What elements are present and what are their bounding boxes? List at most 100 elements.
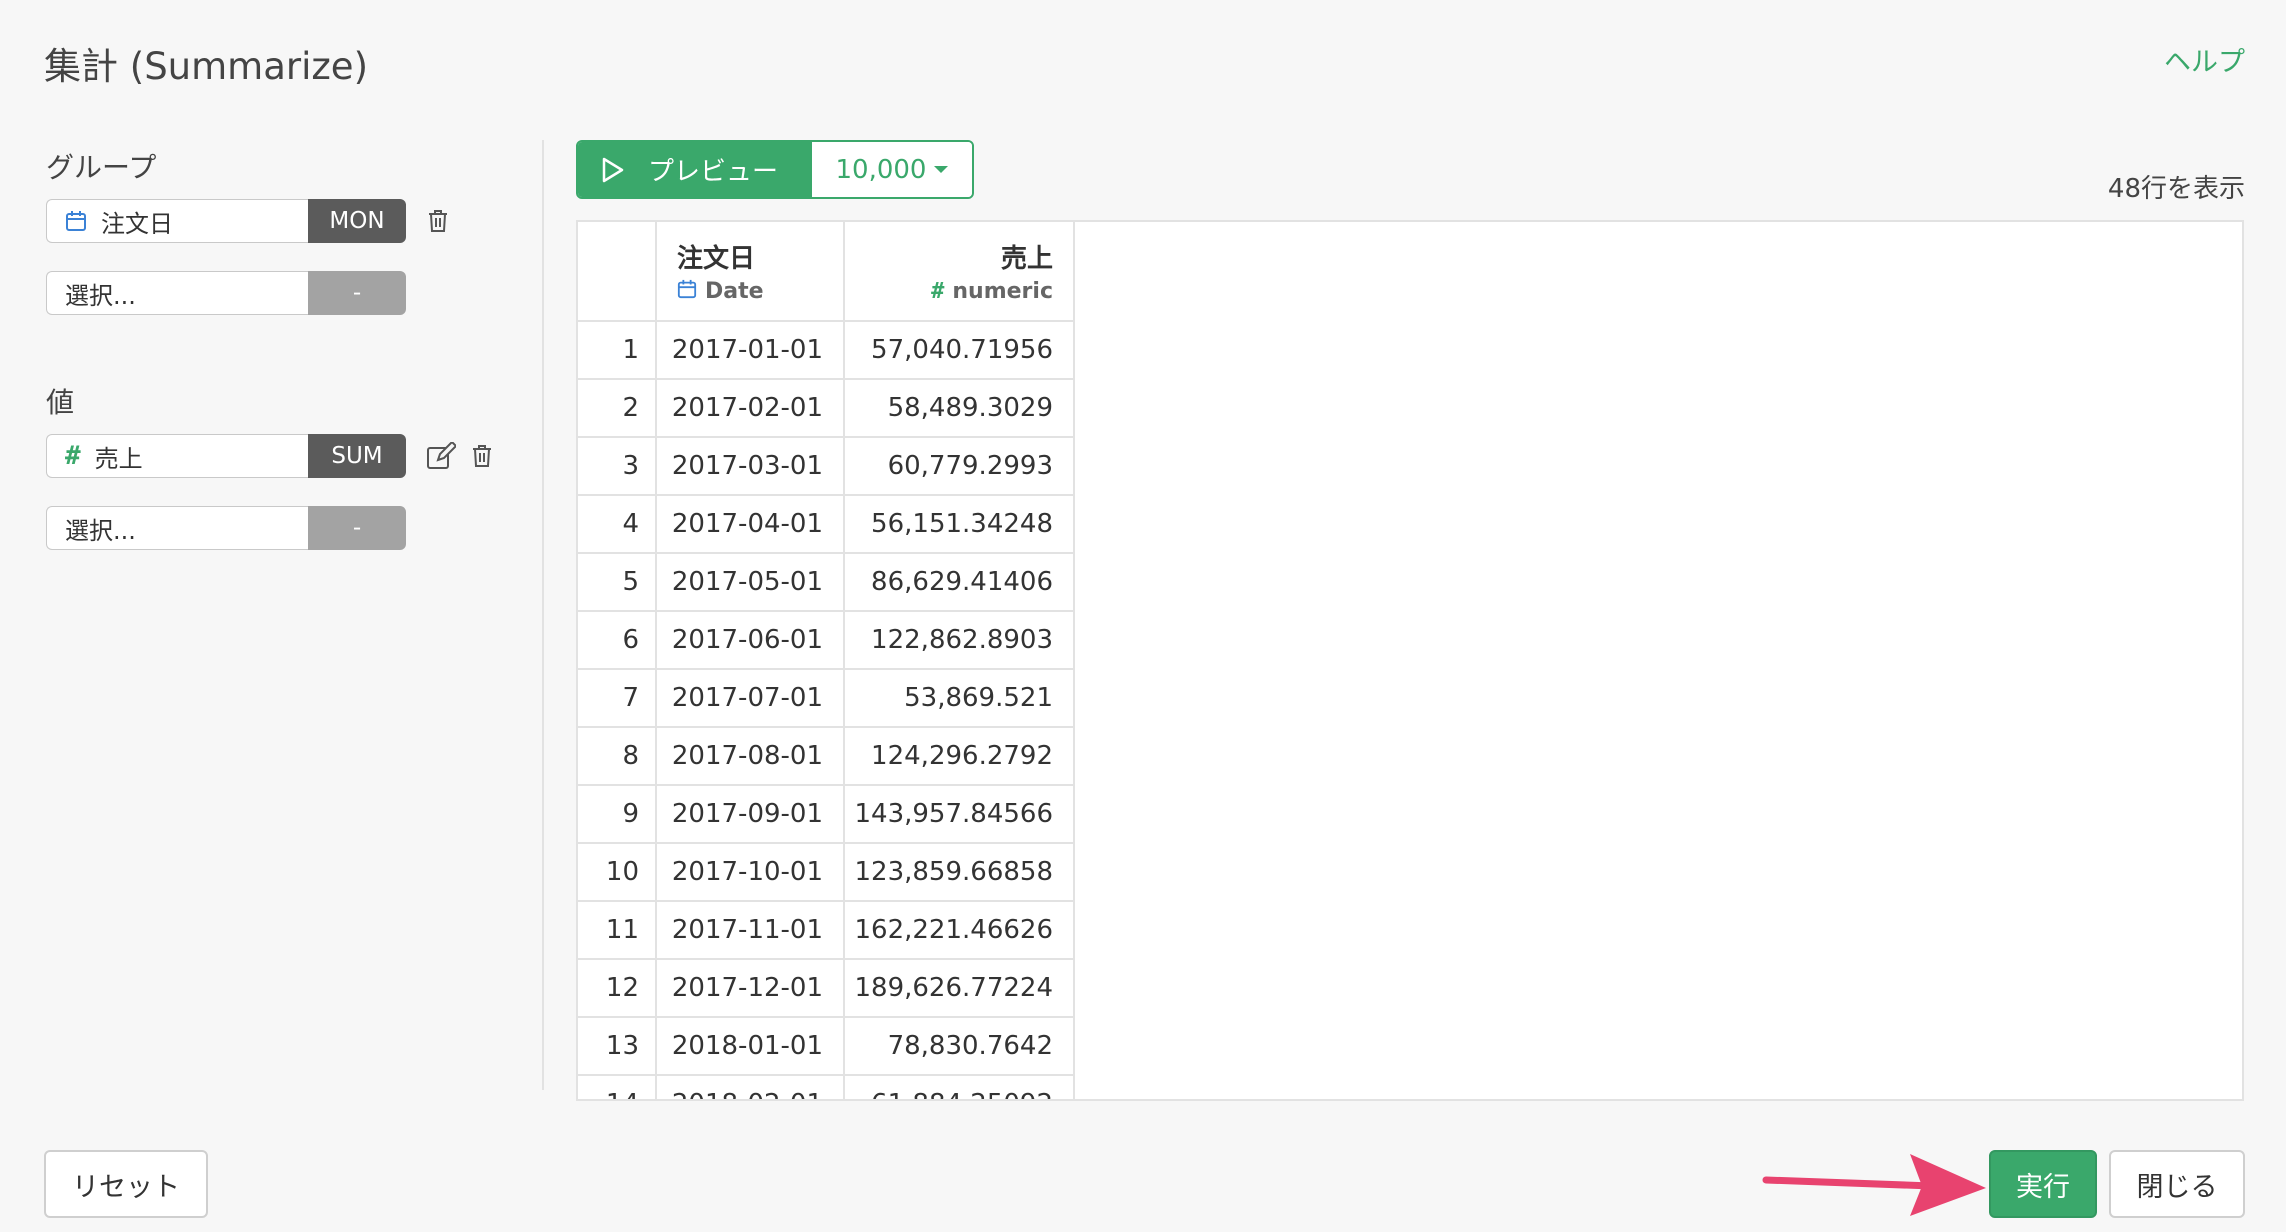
group-select-input[interactable]: 選択... [46, 271, 308, 315]
close-button[interactable]: 閉じる [2109, 1150, 2245, 1218]
values-section-label: 値 [46, 386, 75, 419]
row-count-text: 48行を表示 [2107, 174, 2245, 204]
run-button[interactable]: 実行 [1989, 1150, 2097, 1218]
value-empty-aggregate-button[interactable]: - [308, 506, 406, 550]
date-cell: 2017-11-01 [656, 901, 845, 960]
annotation-arrow [1762, 1154, 1986, 1216]
preview-button[interactable]: プレビュー [578, 142, 812, 197]
sales-cell: 58,489.3029 [844, 379, 1075, 438]
date-cell: 2017-12-01 [656, 959, 845, 1018]
header-index-cell [578, 222, 657, 322]
trash-icon[interactable] [470, 443, 494, 469]
edit-icon[interactable] [426, 442, 456, 470]
sales-cell: 86,629.41406 [844, 553, 1075, 612]
preview-table: 注文日 Date 売上 # numeric 1 2017-01-01 57,04… [578, 222, 1075, 1099]
date-cell: 2017-05-01 [656, 553, 845, 612]
sales-cell: 123,859.66858 [844, 843, 1075, 902]
row-index-cell: 9 [578, 785, 657, 844]
sales-cell: 53,869.521 [844, 669, 1075, 728]
group-section-label: グループ [46, 151, 157, 184]
row-index-cell: 12 [578, 959, 657, 1018]
date-cell: 2017-04-01 [656, 495, 845, 554]
value-field-row: # 売上 SUM [46, 434, 494, 478]
table-row: 3 2017-03-01 60,779.2993 [578, 437, 1075, 496]
group-field-row: 注文日 MON [46, 199, 450, 243]
group-empty-aggregate-button[interactable]: - [308, 271, 406, 315]
hash-icon: # [65, 441, 81, 471]
row-index-cell: 8 [578, 727, 657, 786]
row-index-cell: 5 [578, 553, 657, 612]
group-select-placeholder: 選択... [65, 281, 136, 310]
table-header-row: 注文日 Date 売上 # numeric [578, 222, 1075, 322]
row-index-cell: 7 [578, 669, 657, 728]
calendar-icon [677, 279, 697, 305]
page-title: 集計 (Summarize) [44, 45, 369, 88]
reset-button[interactable]: リセット [44, 1150, 208, 1218]
preview-count-dropdown[interactable]: 10,000 [812, 142, 972, 197]
table-row: 7 2017-07-01 53,869.521 [578, 669, 1075, 728]
row-index-cell: 3 [578, 437, 657, 496]
column-type: numeric [952, 279, 1053, 304]
table-row: 8 2017-08-01 124,296.2792 [578, 727, 1075, 786]
preview-grid[interactable]: 注文日 Date 売上 # numeric 1 2017-01-01 57,04… [576, 220, 2244, 1101]
sales-cell: 162,221.46626 [844, 901, 1075, 960]
header-date-column[interactable]: 注文日 Date [656, 222, 845, 322]
sales-cell: 189,626.77224 [844, 959, 1075, 1018]
sales-cell: 61,884.25092 [844, 1075, 1075, 1099]
row-index-cell: 13 [578, 1017, 657, 1076]
table-row: 9 2017-09-01 143,957.84566 [578, 785, 1075, 844]
table-row: 12 2017-12-01 189,626.77224 [578, 959, 1075, 1018]
table-row: 11 2017-11-01 162,221.46626 [578, 901, 1075, 960]
row-index-cell: 6 [578, 611, 657, 670]
date-cell: 2018-02-01 [656, 1075, 845, 1099]
date-cell: 2017-03-01 [656, 437, 845, 496]
table-row: 2 2017-02-01 58,489.3029 [578, 379, 1075, 438]
play-icon [602, 157, 624, 182]
sales-cell: 57,040.71956 [844, 321, 1075, 380]
sales-cell: 56,151.34248 [844, 495, 1075, 554]
help-link[interactable]: ヘルプ [2164, 40, 2245, 79]
date-cell: 2017-09-01 [656, 785, 845, 844]
value-aggregate-button[interactable]: SUM [308, 434, 406, 478]
group-aggregate-button[interactable]: MON [308, 199, 406, 243]
date-cell: 2017-07-01 [656, 669, 845, 728]
preview-count-label: 10,000 [835, 154, 927, 185]
table-row: 142018-02-0161,884.25092 [578, 1075, 1075, 1099]
header-sales-column[interactable]: 売上 # numeric [844, 222, 1075, 322]
table-row: 10 2017-10-01 123,859.66858 [578, 843, 1075, 902]
table-row: 13 2018-01-01 78,830.7642 [578, 1017, 1075, 1076]
row-index-cell: 11 [578, 901, 657, 960]
hash-icon: # [931, 279, 945, 304]
vertical-divider [542, 140, 544, 1090]
date-cell: 2018-01-01 [656, 1017, 845, 1076]
column-name: 売上 [1000, 244, 1053, 274]
date-cell: 2017-06-01 [656, 611, 845, 670]
column-name: 注文日 [677, 243, 756, 274]
table-body: 1 2017-01-01 57,040.71956 2 2017-02-01 58,489… [578, 321, 1075, 1099]
sales-cell: 124,296.2792 [844, 727, 1075, 786]
table-row: 5 2017-05-01 86,629.41406 [578, 553, 1075, 612]
value-select-placeholder: 選択... [65, 516, 136, 545]
date-cell: 2017-01-01 [656, 321, 845, 380]
caret-down-icon [934, 166, 949, 173]
group-empty-row: 選択... - [46, 271, 406, 315]
value-empty-row: 選択... - [46, 506, 406, 550]
row-index-cell: 14 [578, 1075, 657, 1099]
sales-cell: 122,862.8903 [844, 611, 1075, 670]
group-field-select[interactable]: 注文日 [46, 199, 308, 243]
table-row: 1 2017-01-01 57,040.71956 [578, 321, 1075, 380]
row-index-cell: 4 [578, 495, 657, 554]
sales-cell: 143,957.84566 [844, 785, 1075, 844]
date-cell: 2017-02-01 [656, 379, 845, 438]
date-cell: 2017-10-01 [656, 843, 845, 902]
sales-cell: 78,830.7642 [844, 1017, 1075, 1076]
date-cell: 2017-08-01 [656, 727, 845, 786]
value-field-name: 売上 [94, 444, 143, 473]
row-index-cell: 10 [578, 843, 657, 902]
value-field-select[interactable]: # 売上 [46, 434, 308, 478]
row-index-cell: 2 [578, 379, 657, 438]
column-type: Date [705, 279, 764, 304]
table-row: 4 2017-04-01 56,151.34248 [578, 495, 1075, 554]
trash-icon[interactable] [426, 208, 450, 234]
value-select-input[interactable]: 選択... [46, 506, 308, 550]
